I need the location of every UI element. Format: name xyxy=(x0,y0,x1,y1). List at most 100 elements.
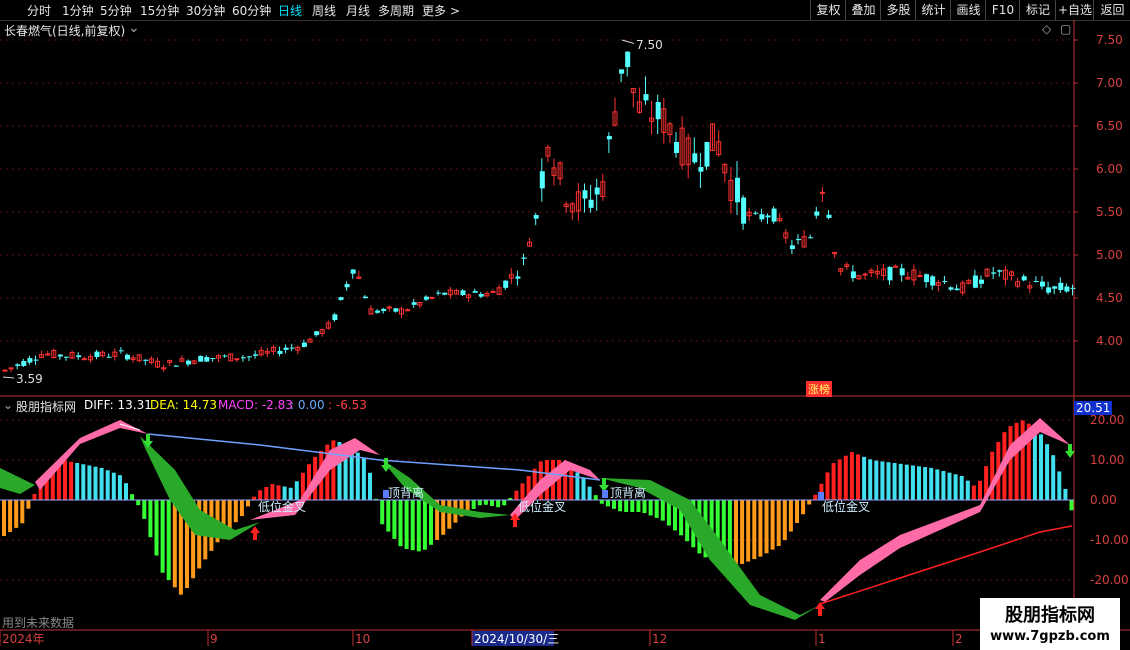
macd-bar xyxy=(1063,488,1068,500)
macd-bar xyxy=(813,494,818,500)
macd-bar xyxy=(825,472,830,500)
candle-body xyxy=(198,356,204,362)
macd-bar xyxy=(1069,500,1074,511)
candle-body xyxy=(893,265,899,268)
indicator-tick-label: 20.00 xyxy=(1090,413,1124,427)
high-price-label: 7.50 xyxy=(636,38,663,52)
macd-bar xyxy=(69,461,74,500)
diamond-icon[interactable]: ◇ xyxy=(1042,22,1051,36)
candle-body xyxy=(735,177,740,203)
candle-body xyxy=(301,342,307,347)
macd-bar xyxy=(898,463,903,500)
window-icon[interactable]: ▢ xyxy=(1060,22,1071,36)
macd-bar xyxy=(788,500,793,532)
macd-bar xyxy=(941,471,946,500)
macd-bar xyxy=(959,475,964,500)
macd-bar xyxy=(172,500,177,588)
macd-bar xyxy=(923,467,928,500)
candle-body xyxy=(948,287,954,290)
candle-body xyxy=(27,358,33,363)
macd-bar xyxy=(856,454,860,500)
low-marker xyxy=(2,376,15,379)
limit-up-badge[interactable]: 涨榜 xyxy=(806,381,832,397)
candle-body xyxy=(222,355,228,357)
candle-body xyxy=(423,296,429,300)
macd-bar xyxy=(26,500,31,509)
price-tick-label: 7.00 xyxy=(1096,76,1123,90)
macd-bar xyxy=(587,486,592,500)
macd-bar xyxy=(1014,422,1019,500)
candle-body xyxy=(81,358,87,361)
chevron-down-icon[interactable]: ⌄ xyxy=(3,398,13,412)
annotation-low-golden-cross-2: 低位金叉 xyxy=(518,500,567,514)
macd-bar xyxy=(770,500,775,550)
macd-bar xyxy=(471,500,476,509)
candle-body xyxy=(106,356,112,358)
macd-bar xyxy=(63,460,67,500)
macd-bar xyxy=(87,465,92,500)
macd-bar xyxy=(392,500,397,539)
candle-body xyxy=(8,367,14,370)
candle-body xyxy=(1033,281,1039,283)
candle-body xyxy=(515,276,521,279)
candle-body xyxy=(503,280,509,288)
candle-body xyxy=(338,297,344,300)
candle-body xyxy=(796,238,801,241)
macd-bar xyxy=(917,466,921,500)
macd-bar xyxy=(130,494,135,500)
candle-body xyxy=(704,142,710,167)
candle-body xyxy=(381,308,387,311)
price-tick-label: 4.00 xyxy=(1096,334,1123,348)
x-label-5: 1 xyxy=(818,632,826,646)
candle-body xyxy=(521,257,527,259)
macd-bar xyxy=(660,500,665,521)
main-chart-title: 长春燃气(日线,前复权) xyxy=(4,24,126,38)
x-label-4: 12 xyxy=(652,632,667,646)
candle-body xyxy=(442,292,448,295)
x-label-0: 2024年 xyxy=(2,632,45,646)
macd-bar xyxy=(233,500,238,523)
candle-body xyxy=(350,269,356,274)
macd-bar xyxy=(1008,426,1013,500)
macd-bar xyxy=(416,500,421,552)
candle-body xyxy=(472,290,478,293)
candle-body xyxy=(674,142,679,153)
candle-body xyxy=(539,171,545,189)
macd-bar xyxy=(380,500,385,525)
macd-bar xyxy=(496,500,501,508)
candle-body xyxy=(173,365,179,367)
candle-body xyxy=(954,288,960,291)
macd-bar xyxy=(117,475,122,500)
macd-bar xyxy=(978,480,982,500)
x-label-2: 10 xyxy=(355,632,370,646)
candle-body xyxy=(289,347,295,349)
candle-body xyxy=(930,276,936,286)
annotation-low-golden-cross-3: 低位金叉 xyxy=(822,500,871,514)
candle-body xyxy=(57,354,63,357)
macd-bar xyxy=(837,459,842,500)
macd-bar xyxy=(2,500,6,536)
candle-body xyxy=(942,281,948,283)
annotation-top-divergence-2: 顶背离 xyxy=(610,486,647,500)
macd-bar xyxy=(1057,471,1062,500)
candle-body xyxy=(1058,282,1064,291)
candle-body xyxy=(1021,276,1027,281)
chevron-down-icon[interactable]: ⌄ xyxy=(128,20,140,36)
chart-area[interactable]: 7.507.006.506.005.505.004.504.0020.0010.… xyxy=(0,0,1130,650)
indicator-tick-label: -20.00 xyxy=(1090,573,1129,587)
macd-bar xyxy=(490,500,494,506)
candle-body xyxy=(143,359,149,361)
x-label-3: 2024/10/30/三 xyxy=(474,632,559,646)
macd-bar xyxy=(99,467,104,500)
macd-bar xyxy=(740,500,745,564)
candle-body xyxy=(1070,287,1076,289)
low-price-label: 3.59 xyxy=(16,372,43,386)
candle-body xyxy=(582,190,588,199)
macd-bar xyxy=(807,500,812,505)
macd-bar xyxy=(734,500,738,564)
x-label-1: 9 xyxy=(210,632,218,646)
macd-bar xyxy=(880,461,885,500)
macd-bar xyxy=(953,474,958,500)
candle-body xyxy=(606,136,612,140)
macd-bar xyxy=(502,500,507,506)
